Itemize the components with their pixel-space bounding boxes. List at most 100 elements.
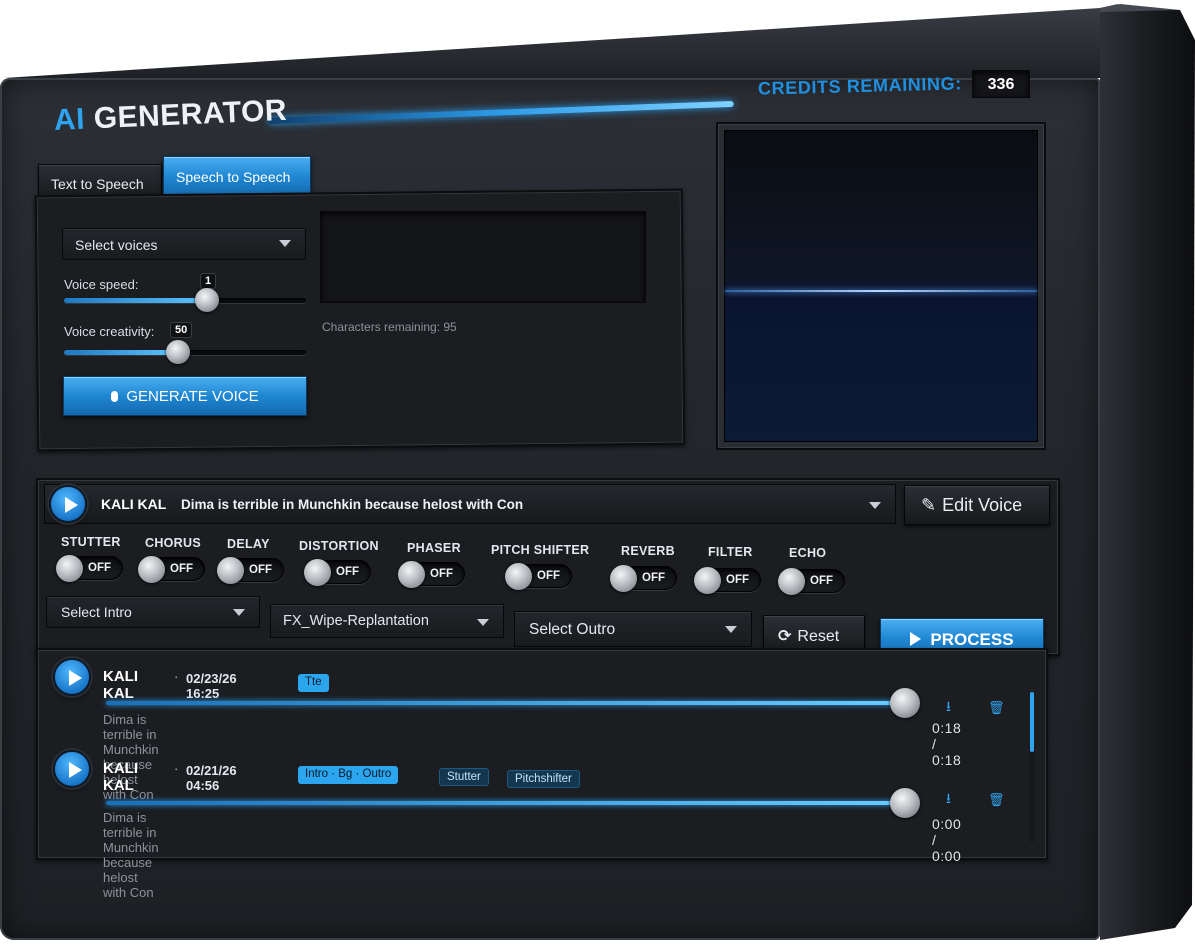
effect-label-2: DELAY: [227, 537, 270, 551]
history-time: 0:18 / 0:18: [932, 720, 962, 768]
voice-speed-fill: [64, 298, 207, 303]
credits-value: 336: [972, 70, 1030, 98]
effect-label-5: PITCH SHIFTER: [491, 543, 590, 557]
reset-label: Reset: [797, 628, 840, 645]
voice-select[interactable]: Select voices: [62, 228, 306, 260]
toggle-knob: [398, 561, 425, 588]
chevron-down-icon: [477, 619, 489, 626]
toggle-knob: [56, 555, 83, 582]
effect-toggle-8[interactable]: OFF: [778, 568, 845, 595]
toggle-state: OFF: [537, 570, 560, 582]
current-voice-name: KALI KAL: [101, 496, 167, 512]
play-icon[interactable]: [53, 658, 91, 696]
process-label: PROCESS: [930, 630, 1014, 649]
chevron-down-icon[interactable]: [869, 502, 881, 509]
tab-text-to-speech-label: Text to Speech: [51, 176, 144, 192]
toggle-state: OFF: [726, 574, 749, 586]
history-date: 02/23/26 16:25: [186, 671, 237, 701]
play-icon[interactable]: [53, 750, 91, 788]
effect-label-7: FILTER: [708, 545, 753, 559]
voice-creativity-handle[interactable]: [165, 340, 190, 364]
edit-voice-button[interactable]: ✎ Edit Voice: [904, 485, 1050, 525]
history-voice: KALI KAL: [103, 668, 138, 702]
intro-select[interactable]: Select Intro: [46, 596, 260, 628]
voice-speed-handle[interactable]: [194, 288, 219, 312]
generate-voice-label: GENERATE VOICE: [126, 388, 259, 405]
outro-select-value: Select Outro: [529, 621, 616, 638]
history-time: 0:00 / 0:00: [932, 816, 962, 864]
history-progress[interactable]: [106, 701, 902, 705]
background-select-value: FX_Wipe-Replantation: [283, 613, 429, 629]
history-progress-fill: [106, 701, 902, 705]
background-select[interactable]: FX_Wipe-Replantation: [270, 604, 504, 638]
history-tag: Intro · Bg · Outro: [298, 766, 399, 784]
voice-speed-label: Voice speed:: [64, 277, 139, 292]
download-icon[interactable]: ⭳: [946, 696, 951, 720]
current-voice-row[interactable]: KALI KAL Dima is terrible in Munchkin be…: [44, 484, 896, 524]
toggle-state: OFF: [430, 568, 453, 580]
effect-toggle-3[interactable]: OFF: [304, 559, 371, 586]
intro-select-value: Select Intro: [61, 604, 132, 620]
history-tag: Tte: [298, 674, 329, 692]
voice-speed-slider[interactable]: [64, 288, 306, 312]
history-scrollbar-thumb[interactable]: [1030, 692, 1034, 752]
voice-creativity-slider[interactable]: [64, 340, 306, 364]
app-title-main: GENERATOR: [93, 93, 288, 136]
voice-speed-value: 1: [200, 273, 217, 289]
text-input[interactable]: [320, 211, 646, 303]
history-tag: Stutter: [439, 768, 489, 786]
history-progress-handle[interactable]: [890, 688, 920, 718]
pencil-icon: ✎: [921, 495, 937, 515]
play-icon: [910, 632, 922, 646]
effect-toggle-1[interactable]: OFF: [138, 556, 205, 583]
history-separator: ·: [174, 761, 179, 776]
toggle-state: OFF: [336, 566, 359, 578]
voice-creativity-value: 50: [170, 322, 193, 338]
effect-label-3: DISTORTION: [299, 539, 379, 553]
history-progress-handle[interactable]: [890, 788, 920, 818]
chevron-down-icon: [233, 609, 245, 616]
effect-label-4: PHASER: [407, 541, 461, 555]
effect-label-0: STUTTER: [61, 535, 121, 549]
trash-icon[interactable]: 🗑: [988, 792, 1005, 808]
toggle-knob: [304, 559, 331, 586]
effect-toggle-0[interactable]: OFF: [56, 555, 123, 582]
toggle-state: OFF: [642, 572, 665, 584]
waveform-display: [724, 130, 1038, 442]
trash-icon[interactable]: 🗑: [988, 700, 1005, 716]
effect-label-1: CHORUS: [145, 536, 201, 550]
effect-toggle-6[interactable]: OFF: [610, 565, 677, 592]
toggle-knob: [694, 567, 721, 594]
toggle-knob: [217, 557, 244, 584]
toggle-knob: [610, 565, 637, 592]
toggle-state: OFF: [810, 575, 833, 587]
history-scrollbar[interactable]: [1030, 692, 1034, 842]
history-date: 02/21/26 04:56: [186, 763, 237, 793]
microphone-icon: [111, 391, 119, 402]
refresh-icon: ⟳: [778, 628, 792, 645]
play-icon[interactable]: [49, 485, 87, 523]
history-progress-fill: [106, 801, 902, 805]
history-tag: Pitchshifter: [507, 770, 580, 788]
effect-toggle-2[interactable]: OFF: [217, 557, 284, 584]
voice-creativity-label: Voice creativity:: [64, 324, 155, 339]
voice-creativity-fill: [64, 350, 178, 355]
chevron-down-icon: [279, 240, 291, 247]
voice-select-value: Select voices: [75, 237, 158, 253]
toggle-state: OFF: [249, 564, 272, 576]
history-text: Dima is terrible in Munchkin because hel…: [103, 810, 159, 900]
download-icon[interactable]: ⭳: [946, 788, 951, 812]
toggle-knob: [505, 563, 532, 590]
toggle-knob: [138, 556, 165, 583]
effect-toggle-4[interactable]: OFF: [398, 561, 465, 588]
outro-select[interactable]: Select Outro: [514, 611, 752, 647]
effect-toggle-5[interactable]: OFF: [505, 563, 572, 590]
effect-toggle-7[interactable]: OFF: [694, 567, 761, 594]
history-separator: ·: [174, 669, 179, 684]
generate-voice-button[interactable]: GENERATE VOICE: [63, 376, 307, 416]
tab-speech-to-speech[interactable]: Speech to Speech: [163, 156, 311, 198]
current-voice-text: Dima is terrible in Munchkin because hel…: [181, 497, 524, 512]
history-progress[interactable]: [106, 801, 902, 805]
chevron-down-icon: [725, 626, 737, 633]
tab-speech-to-speech-label: Speech to Speech: [176, 169, 291, 185]
